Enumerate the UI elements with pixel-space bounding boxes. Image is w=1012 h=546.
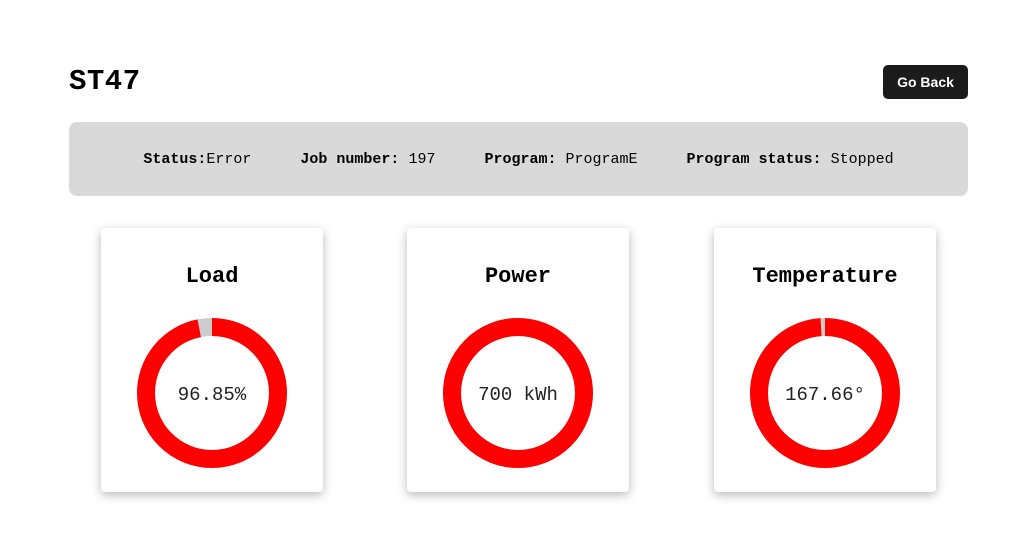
job-number-value: 197 xyxy=(408,150,436,168)
gauge-value-text: 700 kWh xyxy=(478,384,558,406)
status-item-program-status: Program status: Stopped xyxy=(687,151,894,168)
gauge-card-power: Power 700 kWh xyxy=(407,228,629,492)
gauge-title: Temperature xyxy=(752,264,898,289)
temperature-donut-gauge: 167.66° xyxy=(750,318,900,468)
gauge-card-load: Load 96.85% xyxy=(101,228,323,492)
page-title: ST47 xyxy=(69,65,141,98)
status-bar: Status:Error Job number: 197 Program: Pr… xyxy=(69,122,968,196)
go-back-button[interactable]: Go Back xyxy=(883,65,968,99)
program-status-label: Program status: xyxy=(686,150,822,168)
status-label: Status: xyxy=(143,150,207,168)
gauge-title: Power xyxy=(484,264,551,289)
gauge-title: Load xyxy=(185,264,239,289)
job-number-label: Job number: xyxy=(300,150,400,168)
program-status-value: Stopped xyxy=(830,150,894,168)
gauge-card-temperature: Temperature 167.66° xyxy=(714,228,936,492)
gauge-value-text: 96.85% xyxy=(178,384,247,406)
power-donut-gauge: 700 kWh xyxy=(443,318,593,468)
gauge-value-text: 167.66° xyxy=(785,384,865,406)
load-donut-gauge: 96.85% xyxy=(137,318,287,468)
status-item-status: Status:Error xyxy=(143,151,251,168)
program-label: Program: xyxy=(484,150,557,168)
status-value: Error xyxy=(206,150,252,168)
status-item-program: Program: ProgramE xyxy=(484,151,637,168)
status-item-job-number: Job number: 197 xyxy=(300,151,435,168)
program-value: ProgramE xyxy=(565,150,638,168)
